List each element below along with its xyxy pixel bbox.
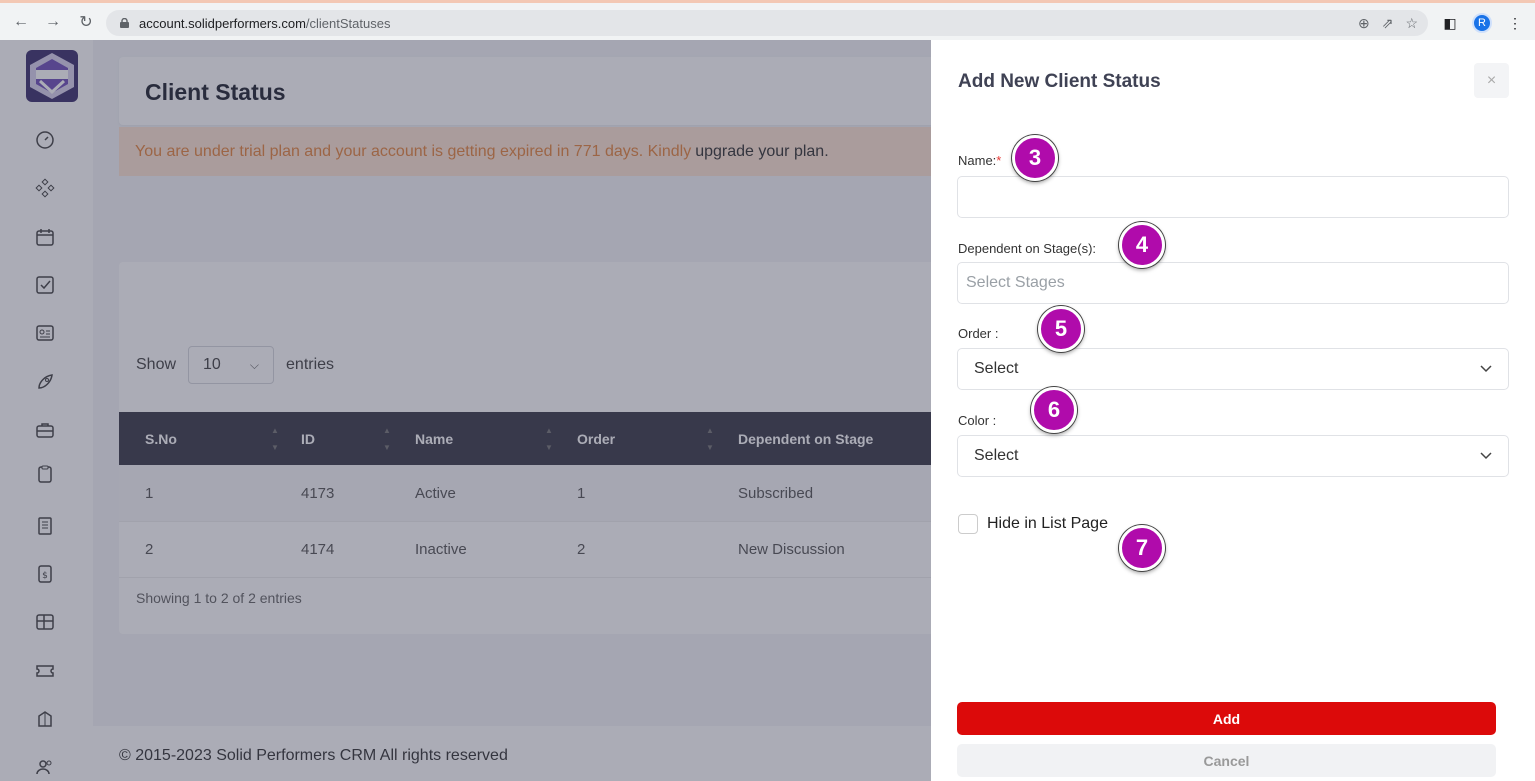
hide-in-list-checkbox[interactable]: [958, 514, 978, 534]
hide-in-list-label[interactable]: Hide in List Page: [987, 515, 1108, 533]
color-label: Color :: [958, 413, 997, 428]
step-badge: 6: [1031, 387, 1077, 433]
zoom-icon[interactable]: ⊕: [1358, 15, 1370, 32]
profile-avatar[interactable]: R: [1472, 13, 1492, 33]
kebab-menu-icon[interactable]: ⋮: [1505, 13, 1525, 33]
chevron-down-icon: [1480, 365, 1492, 373]
stages-multiselect[interactable]: Select Stages: [957, 262, 1509, 304]
cancel-button[interactable]: Cancel: [957, 744, 1496, 777]
color-select-value: Select: [974, 447, 1019, 464]
side-panel-icon[interactable]: ◧: [1440, 13, 1460, 33]
url-domain: account.solidperformers.com: [139, 15, 306, 31]
close-button[interactable]: ×: [1474, 63, 1509, 98]
order-label: Order :: [958, 326, 999, 341]
chevron-down-icon: [1480, 452, 1492, 460]
stages-placeholder: Select Stages: [966, 274, 1065, 291]
close-icon: ×: [1486, 71, 1497, 89]
url-path: /clientStatuses: [305, 15, 391, 31]
order-select[interactable]: Select: [957, 348, 1509, 390]
hide-in-list-row: Hide in List Page: [958, 514, 1108, 534]
name-label-text: Name:: [958, 153, 997, 168]
step-badge: 7: [1119, 525, 1165, 571]
share-icon[interactable]: ⇗: [1382, 15, 1394, 32]
step-badge: 3: [1012, 135, 1058, 181]
address-bar[interactable]: account.solidperformers.com/clientStatus…: [106, 10, 1428, 36]
lock-icon: [120, 18, 129, 28]
panel-title: Add New Client Status: [958, 71, 1161, 92]
stages-label: Dependent on Stage(s):: [958, 241, 1097, 256]
back-arrow-icon[interactable]: ←: [10, 11, 32, 33]
modal-backdrop[interactable]: [0, 40, 931, 781]
step-badge: 4: [1119, 222, 1165, 268]
browser-toolbar: ← → ↻ account.solidperformers.com/client…: [0, 0, 1535, 40]
forward-arrow-icon[interactable]: →: [42, 11, 64, 33]
bookmark-star-icon[interactable]: ☆: [1405, 15, 1418, 32]
add-button[interactable]: Add: [957, 702, 1496, 735]
name-input[interactable]: [957, 176, 1509, 218]
reload-icon[interactable]: ↻: [75, 11, 97, 33]
required-marker: *: [996, 153, 1002, 168]
step-badge: 5: [1038, 306, 1084, 352]
color-select[interactable]: Select: [957, 435, 1509, 477]
name-label: Name:*: [958, 153, 1001, 168]
order-select-value: Select: [974, 360, 1019, 377]
